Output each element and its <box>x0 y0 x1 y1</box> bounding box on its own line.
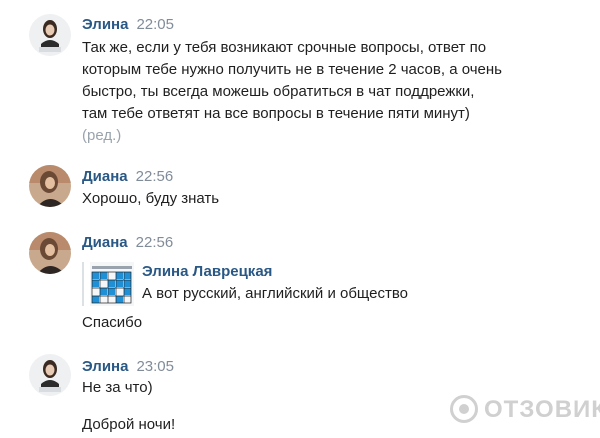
forwarded-message-text: А вот русский, английский и общество <box>142 285 408 302</box>
avatar-diana[interactable] <box>29 165 71 207</box>
author-name[interactable]: Элина <box>82 358 128 375</box>
otzovik-watermark: ОТЗОВИК <box>450 392 600 432</box>
forwarded-image-thumbnail[interactable] <box>90 262 134 306</box>
message-line: Так же, если у тебя возникают срочные во… <box>82 39 487 56</box>
forwarded-author-name[interactable]: Элина Лаврецкая <box>142 263 272 280</box>
forwarded-message-bar <box>82 262 84 306</box>
message-line: быстро, ты всегда можешь обратиться в ча… <box>82 83 475 100</box>
otzovik-logo-icon <box>450 395 478 423</box>
watermark-text: ОТЗОВИК <box>484 396 600 423</box>
message-time[interactable]: 22:56 <box>136 168 174 185</box>
message-text: Спасибо <box>82 314 143 331</box>
avatar-elina[interactable] <box>29 14 71 56</box>
avatar-elina[interactable] <box>29 354 71 396</box>
message-text: Не за что) <box>82 379 153 396</box>
message-time[interactable]: 23:05 <box>136 358 174 375</box>
author-name[interactable]: Диана <box>82 234 128 251</box>
message-text: Так же, если у тебя возникают срочные во… <box>82 37 502 147</box>
message-time[interactable]: 22:56 <box>136 234 174 251</box>
message-line: там тебе ответят на все вопросы в течени… <box>82 105 470 122</box>
message-text: Хорошо, буду знать <box>82 190 220 207</box>
avatar-diana[interactable] <box>29 232 71 274</box>
author-name[interactable]: Диана <box>82 168 128 185</box>
author-name[interactable]: Элина <box>82 16 128 33</box>
message-text: Доброй ночи! <box>82 416 176 433</box>
edited-label[interactable]: (ред.) <box>82 125 502 147</box>
message-time[interactable]: 22:05 <box>136 16 174 33</box>
message-line: которым тебе нужно получить не в течение… <box>82 61 502 78</box>
